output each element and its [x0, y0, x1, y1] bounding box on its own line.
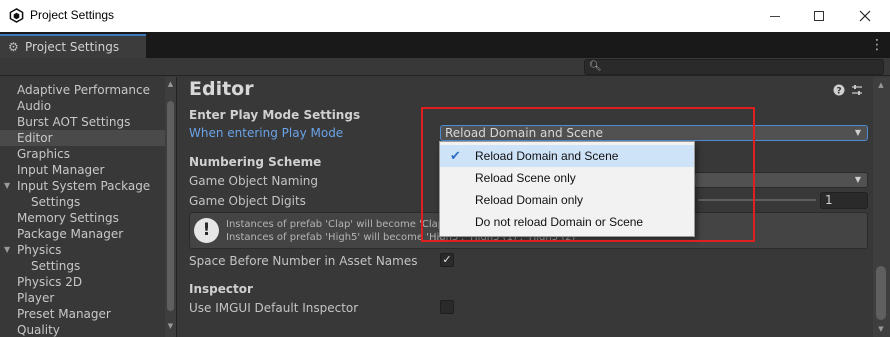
- sidebar-item-physics[interactable]: ▼ Physics: [0, 242, 165, 258]
- menu-item-label: Reload Scene only: [475, 171, 576, 185]
- help-icon[interactable]: ?: [833, 84, 845, 98]
- chevron-down-icon: ▼: [854, 175, 861, 184]
- chevron-down-icon: ▼: [854, 128, 861, 137]
- main-scrollbar-thumb[interactable]: [876, 266, 886, 320]
- window-title: Project Settings: [30, 8, 115, 22]
- menu-item-reload-scene-only[interactable]: Reload Scene only: [440, 167, 694, 189]
- sidebar-item-quality[interactable]: Quality: [0, 322, 165, 337]
- close-button[interactable]: [842, 0, 888, 32]
- sidebar-scrollbar-thumb[interactable]: [167, 101, 174, 311]
- search-field[interactable]: 🔍︎: [584, 59, 884, 75]
- menu-item-label: Reload Domain and Scene: [475, 149, 619, 163]
- sidebar-item-label: Input Manager: [17, 163, 105, 177]
- expand-arrow-icon[interactable]: ▼: [4, 178, 10, 194]
- sidebar-item-editor[interactable]: Editor: [0, 130, 165, 146]
- sidebar-item-audio[interactable]: Audio: [0, 98, 165, 114]
- svg-text:?: ?: [836, 87, 841, 97]
- sidebar-item-label: Settings: [31, 259, 81, 273]
- enter-play-mode-section-title: Enter Play Mode Settings: [189, 108, 361, 122]
- space-before-number-checkbox[interactable]: ✓: [440, 253, 454, 267]
- maximize-button[interactable]: [796, 0, 842, 32]
- sidebar-item-label: Memory Settings: [17, 211, 119, 225]
- game-object-naming-label: Game Object Naming: [189, 174, 319, 188]
- minimize-button[interactable]: [752, 0, 798, 32]
- enter-play-mode-label: When entering Play Mode: [189, 126, 344, 140]
- tab-label: Project Settings: [25, 40, 120, 54]
- gear-icon: ⚙: [8, 39, 19, 54]
- checkmark-icon: ✔: [450, 148, 461, 163]
- sidebar-item-label: Player: [17, 291, 55, 305]
- sidebar-item-label: Adaptive Performance: [17, 83, 150, 97]
- window-titlebar: Project Settings: [0, 0, 890, 32]
- sidebar-item-physics-2d[interactable]: Physics 2D: [0, 274, 165, 290]
- menu-item-label: Reload Domain only: [475, 193, 584, 207]
- sidebar-item-physics-settings[interactable]: Settings: [0, 258, 165, 274]
- sidebar-item-label: Settings: [31, 195, 81, 209]
- dropdown-value: Reload Domain and Scene: [445, 126, 603, 140]
- maximize-icon: [814, 11, 824, 21]
- sidebar-item-preset-manager[interactable]: Preset Manager: [0, 306, 165, 322]
- checkmark-icon: ✓: [442, 253, 452, 266]
- use-imgui-inspector-checkbox[interactable]: [440, 300, 454, 314]
- menu-item-reload-domain-and-scene[interactable]: ✔ Reload Domain and Scene: [440, 145, 694, 167]
- minimize-icon: [770, 15, 780, 17]
- menu-item-label: Do not reload Domain or Scene: [475, 215, 644, 229]
- sidebar-item-label: Physics: [17, 243, 62, 257]
- menu-item-do-not-reload[interactable]: Do not reload Domain or Scene: [440, 211, 694, 233]
- search-icon: 🔍︎: [589, 61, 602, 72]
- sidebar-item-input-system-package[interactable]: ▼ Input System Package: [0, 178, 165, 194]
- scroll-up-arrow-icon[interactable]: ▲: [876, 80, 886, 90]
- scroll-down-arrow-icon[interactable]: ▼: [876, 324, 886, 334]
- page-title: Editor: [189, 78, 254, 100]
- sidebar-item-label: Package Manager: [17, 227, 124, 241]
- play-mode-options-menu: ✔ Reload Domain and Scene Reload Scene o…: [439, 141, 695, 237]
- sidebar-item-label: Graphics: [17, 147, 70, 161]
- scroll-up-arrow-icon[interactable]: ▲: [166, 80, 175, 89]
- digits-number-field[interactable]: 1: [820, 192, 868, 209]
- sidebar-item-label: Physics 2D: [17, 275, 83, 289]
- sidebar-item-burst-aot-settings[interactable]: Burst AOT Settings: [0, 114, 165, 130]
- space-before-number-label: Space Before Number in Asset Names: [189, 254, 418, 268]
- numbering-scheme-section-title: Numbering Scheme: [189, 155, 322, 169]
- game-object-digits-label: Game Object Digits: [189, 194, 306, 208]
- digits-slider[interactable]: [698, 199, 816, 201]
- sidebar-item-memory-settings[interactable]: Memory Settings: [0, 210, 165, 226]
- inspector-section-title: Inspector: [189, 282, 253, 296]
- expand-arrow-icon[interactable]: ▼: [4, 242, 10, 258]
- sidebar-item-label: Audio: [17, 99, 52, 113]
- sidebar-item-input-system-settings[interactable]: Settings: [0, 194, 165, 210]
- kebab-menu-icon[interactable]: ⋮: [870, 37, 884, 53]
- unity-logo-icon: [9, 8, 24, 23]
- sidebar-item-player[interactable]: Player: [0, 290, 165, 306]
- tab-project-settings[interactable]: ⚙ Project Settings: [0, 34, 146, 58]
- sidebar-item-input-manager[interactable]: Input Manager: [0, 162, 165, 178]
- sidebar-item-label: Burst AOT Settings: [17, 115, 131, 129]
- use-imgui-inspector-label: Use IMGUI Default Inspector: [189, 301, 359, 315]
- enter-play-mode-dropdown[interactable]: Reload Domain and Scene ▼: [440, 125, 868, 141]
- sidebar-item-adaptive-performance[interactable]: Adaptive Performance: [0, 82, 165, 98]
- sidebar-item-label: Input System Package: [17, 179, 151, 193]
- sidebar-item-package-manager[interactable]: Package Manager: [0, 226, 165, 242]
- search-input[interactable]: [601, 60, 879, 74]
- sidebar-item-graphics[interactable]: Graphics: [0, 146, 165, 162]
- preset-sliders-icon[interactable]: [851, 84, 863, 98]
- tab-bar: ⚙ Project Settings: [0, 32, 890, 58]
- settings-sidebar: Adaptive Performance Audio Burst AOT Set…: [0, 77, 176, 337]
- close-icon: [859, 10, 871, 22]
- warning-icon: !: [194, 218, 219, 243]
- scroll-down-arrow-icon[interactable]: ▼: [166, 322, 175, 331]
- game-object-naming-dropdown[interactable]: ▼: [694, 172, 868, 188]
- menu-item-reload-domain-only[interactable]: Reload Domain only: [440, 189, 694, 211]
- sidebar-item-label: Quality: [17, 323, 60, 337]
- sidebar-item-label: Preset Manager: [17, 307, 111, 321]
- sidebar-item-label: Editor: [17, 131, 53, 145]
